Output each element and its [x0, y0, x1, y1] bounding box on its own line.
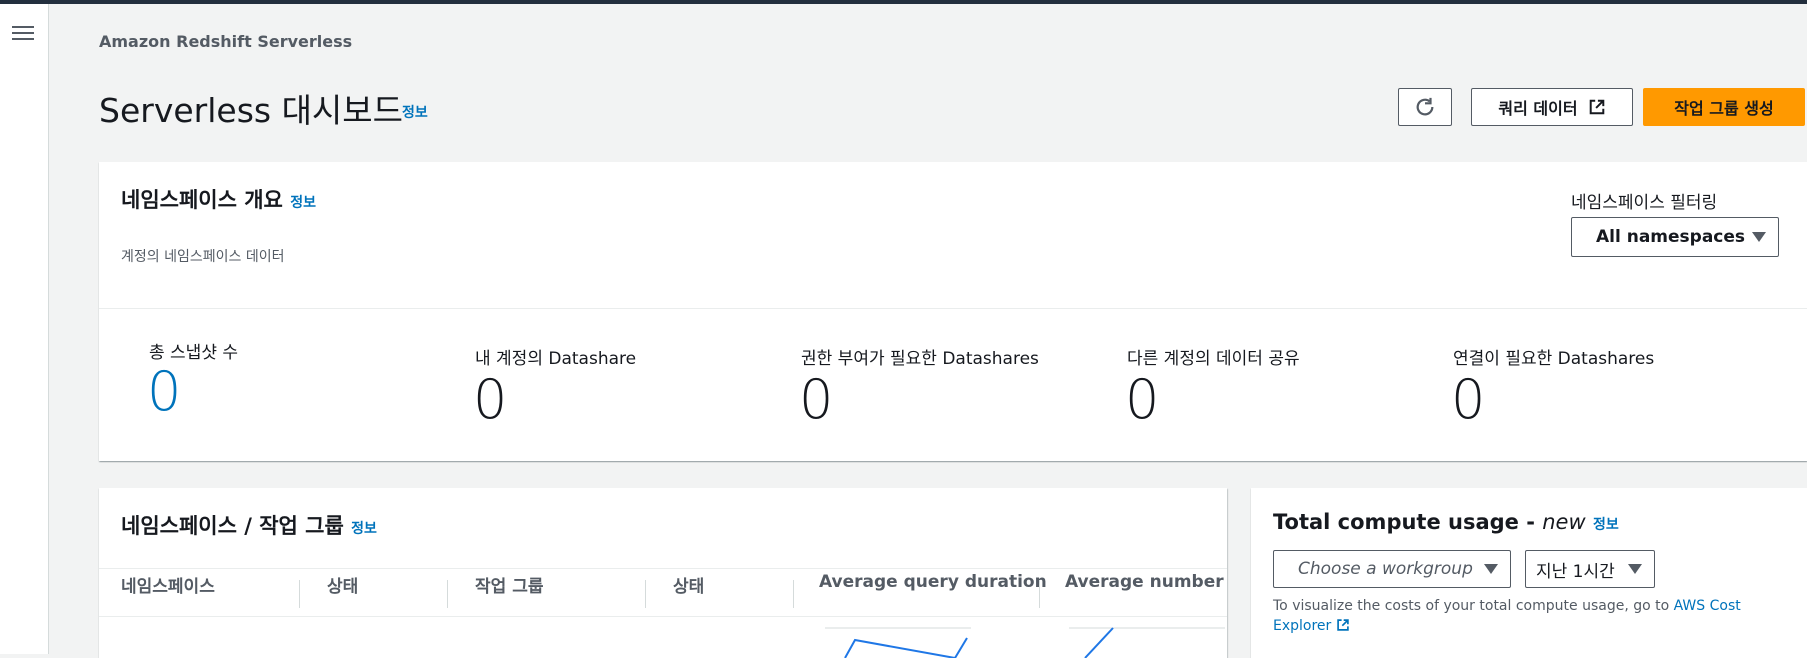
- table-top-divider: [99, 568, 1227, 569]
- refresh-icon: [1416, 97, 1434, 116]
- stat-label-my-datashares: 내 계정의 Datashare: [475, 349, 637, 369]
- refresh-button[interactable]: [1398, 88, 1452, 126]
- stat-label-other-account-shares: 다른 계정의 데이터 공유: [1127, 349, 1300, 369]
- stat-value-my-datashares: 0: [473, 368, 508, 431]
- column-header-workgroup[interactable]: 작업 그룹: [475, 572, 543, 597]
- column-header-avg-query-duration[interactable]: Average query duration: [819, 572, 1047, 592]
- stat-label-assoc-datashares: 연결이 필요한 Datashares: [1453, 349, 1655, 369]
- workgroup-select-placeholder: Choose a workgroup: [1298, 559, 1473, 579]
- create-workgroup-button[interactable]: 작업 그룹 생성: [1643, 88, 1805, 126]
- namespace-overview-card: 네임스페이스 개요 정보 계정의 네임스페이스 데이터 네임스페이스 필터링 A…: [99, 162, 1807, 461]
- column-header-wg-status[interactable]: 상태: [673, 572, 704, 597]
- namespaces-title: 네임스페이스 / 작업 그룹: [121, 514, 344, 538]
- main-content: Amazon Redshift Serverless Serverless 대시…: [48, 4, 1807, 658]
- time-range-value: 지난 1시간: [1536, 561, 1615, 582]
- namespaces-info-link[interactable]: 정보: [351, 521, 377, 537]
- stat-value-snapshots[interactable]: 0: [147, 360, 181, 423]
- column-separator: [793, 580, 794, 608]
- breadcrumb[interactable]: Amazon Redshift Serverless: [99, 32, 352, 51]
- overview-title: 네임스페이스 개요: [121, 188, 283, 212]
- query-data-button[interactable]: 쿼리 데이터: [1471, 88, 1633, 126]
- namespace-filter-select[interactable]: All namespaces: [1571, 217, 1779, 257]
- overview-divider: [99, 308, 1807, 309]
- compute-note-text: To visualize the costs of your total com…: [1273, 598, 1674, 614]
- compute-info-link[interactable]: 정보: [1593, 517, 1619, 533]
- caret-down-icon: [1752, 232, 1766, 242]
- side-nav-rail: [0, 4, 49, 654]
- compute-title: Total compute usage -: [1273, 510, 1543, 534]
- compute-title-new: new: [1542, 510, 1586, 534]
- table-header-divider: [99, 616, 1227, 617]
- stat-value-other-account-shares: 0: [1125, 368, 1160, 431]
- sparkline-query-duration: [825, 627, 971, 658]
- query-data-label: 쿼리 데이터: [1498, 99, 1578, 118]
- column-separator: [1039, 580, 1040, 608]
- column-header-ns-status[interactable]: 상태: [327, 572, 358, 597]
- stat-value-auth-datashares: 0: [799, 368, 834, 431]
- workgroup-select[interactable]: Choose a workgroup: [1273, 550, 1511, 588]
- total-compute-usage-card: Total compute usage - new 정보 Choose a wo…: [1251, 488, 1807, 658]
- page-info-link[interactable]: 정보: [402, 102, 428, 122]
- namespaces-workgroups-card: 네임스페이스 / 작업 그룹 정보 네임스페이스 상태 작업 그룹 상태 Ave…: [99, 488, 1227, 658]
- caret-down-icon: [1484, 564, 1498, 574]
- column-separator: [645, 580, 646, 608]
- namespace-filter-label: 네임스페이스 필터링: [1571, 193, 1718, 213]
- caret-down-icon: [1628, 564, 1642, 574]
- external-link-icon: [1589, 99, 1604, 115]
- overview-subtitle: 계정의 네임스페이스 데이터: [121, 249, 285, 265]
- column-separator: [447, 580, 448, 608]
- external-link-icon: [1337, 619, 1349, 631]
- column-header-namespace[interactable]: 네임스페이스: [121, 572, 215, 597]
- page-title: Serverless 대시보드: [99, 91, 404, 130]
- overview-info-link[interactable]: 정보: [290, 195, 316, 211]
- compute-usage-note: To visualize the costs of your total com…: [1273, 596, 1773, 636]
- stat-value-assoc-datashares: 0: [1451, 368, 1486, 431]
- sparkline-avg-number: [1069, 627, 1225, 658]
- menu-icon[interactable]: [12, 22, 34, 44]
- time-range-select[interactable]: 지난 1시간: [1525, 550, 1655, 588]
- stat-label-auth-datashares: 권한 부여가 필요한 Datashares: [801, 349, 1039, 369]
- column-header-avg-number[interactable]: Average number of: [1065, 572, 1227, 592]
- namespace-filter-value: All namespaces: [1596, 227, 1746, 247]
- column-separator: [299, 580, 300, 608]
